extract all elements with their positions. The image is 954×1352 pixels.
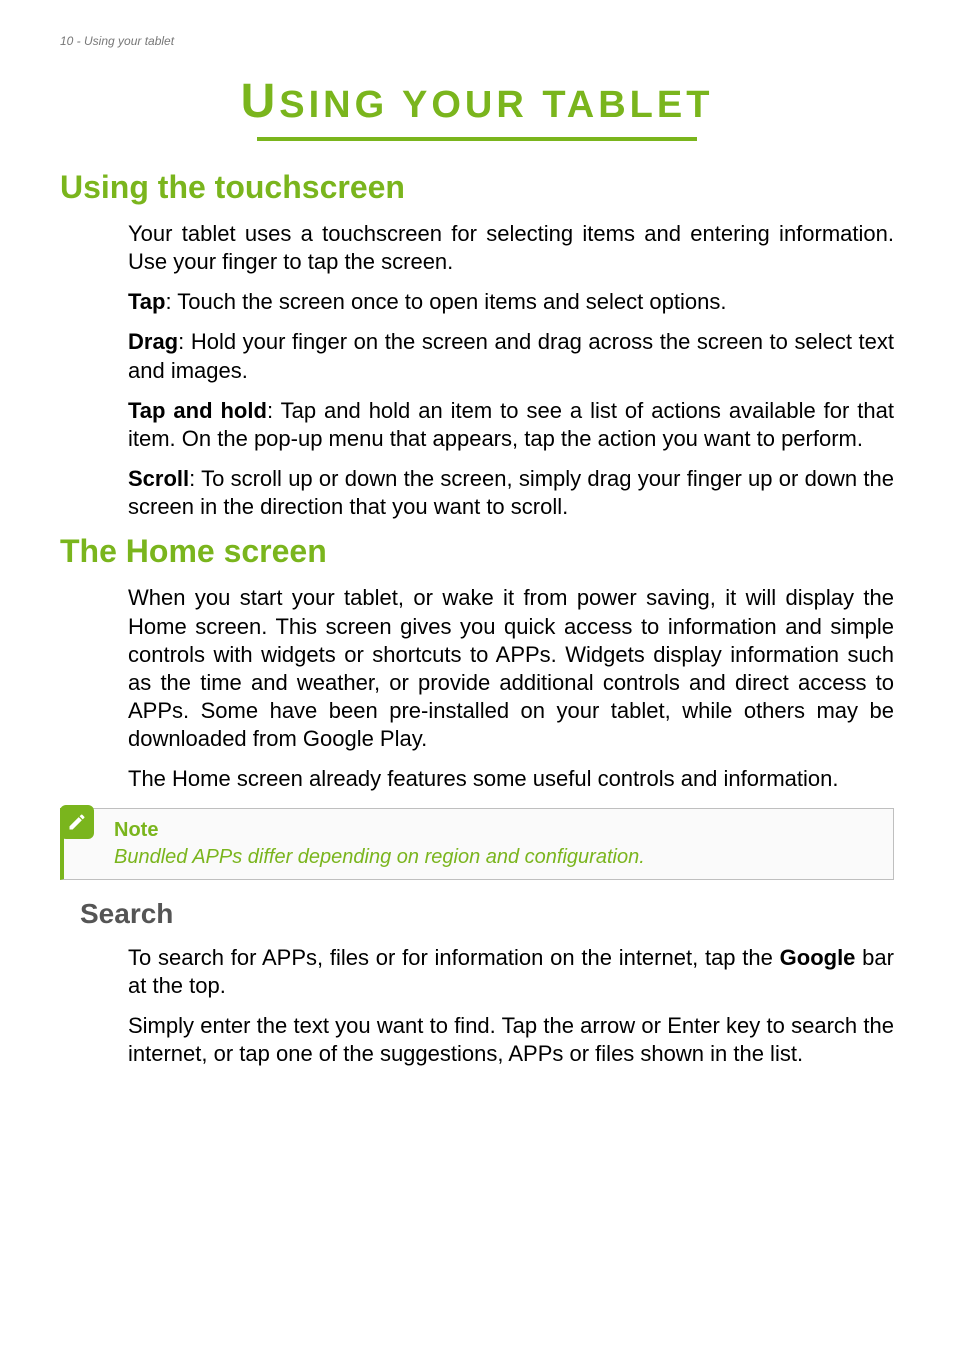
chapter-title: USING YOUR TABLET — [60, 74, 894, 129]
touchscreen-tap: Tap: Touch the screen once to open items… — [128, 288, 894, 316]
note-title: Note — [114, 819, 879, 842]
running-header: 10 - Using your tablet — [60, 34, 894, 48]
tap-text: : Touch the screen once to open items an… — [165, 289, 726, 314]
section-touchscreen-body: Your tablet uses a touchscreen for selec… — [128, 220, 894, 521]
touchscreen-intro: Your tablet uses a touchscreen for selec… — [128, 220, 894, 276]
chapter-underline — [257, 137, 697, 141]
search-para2: Simply enter the text you want to find. … — [128, 1012, 894, 1068]
note-box: Note Bundled APPs differ depending on re… — [60, 808, 894, 880]
section-search-body: To search for APPs, files or for informa… — [128, 944, 894, 1069]
page: 10 - Using your tablet USING YOUR TABLET… — [0, 0, 954, 1352]
touchscreen-scroll: Scroll: To scroll up or down the screen,… — [128, 465, 894, 521]
touchscreen-drag: Drag: Hold your finger on the screen and… — [128, 328, 894, 384]
chapter-title-rest: SING YOUR TABLET — [279, 84, 713, 126]
search-para1: To search for APPs, files or for informa… — [128, 944, 894, 1000]
pencil-icon — [67, 812, 87, 832]
note-body: Bundled APPs differ depending on region … — [114, 846, 879, 869]
home-para1: When you start your tablet, or wake it f… — [128, 584, 894, 753]
scroll-text: : To scroll up or down the screen, simpl… — [128, 466, 894, 519]
scroll-label: Scroll — [128, 466, 189, 491]
note-icon — [60, 805, 94, 839]
search-para1-a: To search for APPs, files or for informa… — [128, 945, 780, 970]
drag-label: Drag — [128, 329, 178, 354]
chapter-title-firstletter: U — [241, 75, 280, 128]
tap-label: Tap — [128, 289, 165, 314]
heading-home-screen: The Home screen — [60, 533, 894, 570]
taphold-label: Tap and hold — [128, 398, 267, 423]
touchscreen-taphold: Tap and hold: Tap and hold an item to se… — [128, 397, 894, 453]
section-home-body: When you start your tablet, or wake it f… — [128, 584, 894, 793]
search-para1-bold: Google — [780, 945, 856, 970]
home-para2: The Home screen already features some us… — [128, 765, 894, 793]
heading-using-touchscreen: Using the touchscreen — [60, 169, 894, 206]
heading-search: Search — [80, 898, 894, 930]
drag-text: : Hold your finger on the screen and dra… — [128, 329, 894, 382]
